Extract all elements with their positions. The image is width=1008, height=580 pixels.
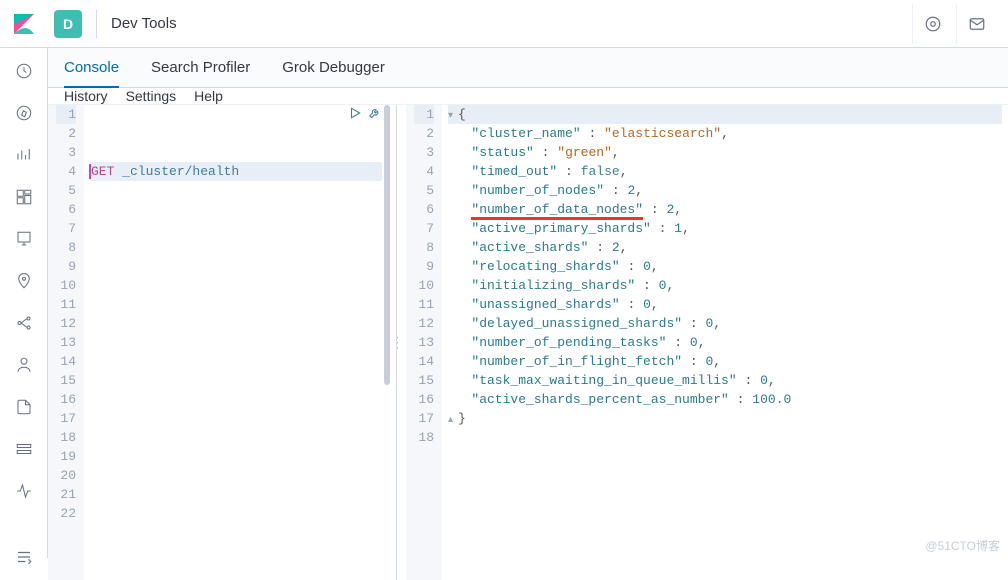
nav-recent-icon[interactable] [14, 62, 34, 80]
nav-visualize-icon[interactable] [14, 146, 34, 164]
help-link[interactable]: Help [194, 88, 223, 104]
tab-grok-debugger[interactable]: Grok Debugger [282, 48, 385, 87]
run-icon[interactable] [348, 106, 362, 126]
settings-link[interactable]: Settings [126, 88, 177, 104]
wrench-icon[interactable] [368, 106, 382, 126]
watermark: @51CTO博客 [925, 537, 1000, 554]
app-title: Dev Tools [111, 15, 177, 32]
nav-apm-icon[interactable] [14, 440, 34, 458]
nav-canvas-icon[interactable] [14, 230, 34, 248]
nav-infra-icon[interactable] [14, 356, 34, 374]
splitter[interactable]: ⋮ [388, 105, 406, 580]
editor-area: 12345678910111213141516171819202122 GET … [48, 105, 1008, 580]
nav-collapse-icon[interactable] [14, 548, 34, 566]
request-gutter: 12345678910111213141516171819202122 [48, 105, 84, 580]
request-code[interactable]: GET _cluster/health [84, 105, 388, 580]
nav-dashboard-icon[interactable] [14, 188, 34, 206]
sub-bar: History Settings Help [48, 88, 1008, 105]
divider [96, 10, 97, 38]
nav-maps-icon[interactable] [14, 272, 34, 290]
help-icon[interactable] [912, 4, 952, 44]
history-link[interactable]: History [64, 88, 108, 104]
tab-console[interactable]: Console [64, 48, 119, 87]
nav-ml-icon[interactable] [14, 314, 34, 332]
mail-icon[interactable] [956, 4, 996, 44]
kibana-logo [12, 12, 36, 36]
response-gutter: 123456789101112131415161718 [406, 105, 442, 580]
nav-logs-icon[interactable] [14, 398, 34, 416]
response-code[interactable]: ▾{ "cluster_name" : "elasticsearch", "st… [442, 105, 1008, 580]
app-badge: D [54, 10, 82, 38]
tab-search-profiler[interactable]: Search Profiler [151, 48, 250, 87]
side-nav [0, 48, 48, 558]
top-bar: D Dev Tools [0, 0, 1008, 48]
request-pane[interactable]: 12345678910111213141516171819202122 GET … [48, 105, 388, 580]
response-pane: 123456789101112131415161718 ▾{ "cluster_… [406, 105, 1008, 580]
tab-bar: Console Search Profiler Grok Debugger [48, 48, 1008, 88]
nav-uptime-icon[interactable] [14, 482, 34, 500]
nav-discover-icon[interactable] [14, 104, 34, 122]
